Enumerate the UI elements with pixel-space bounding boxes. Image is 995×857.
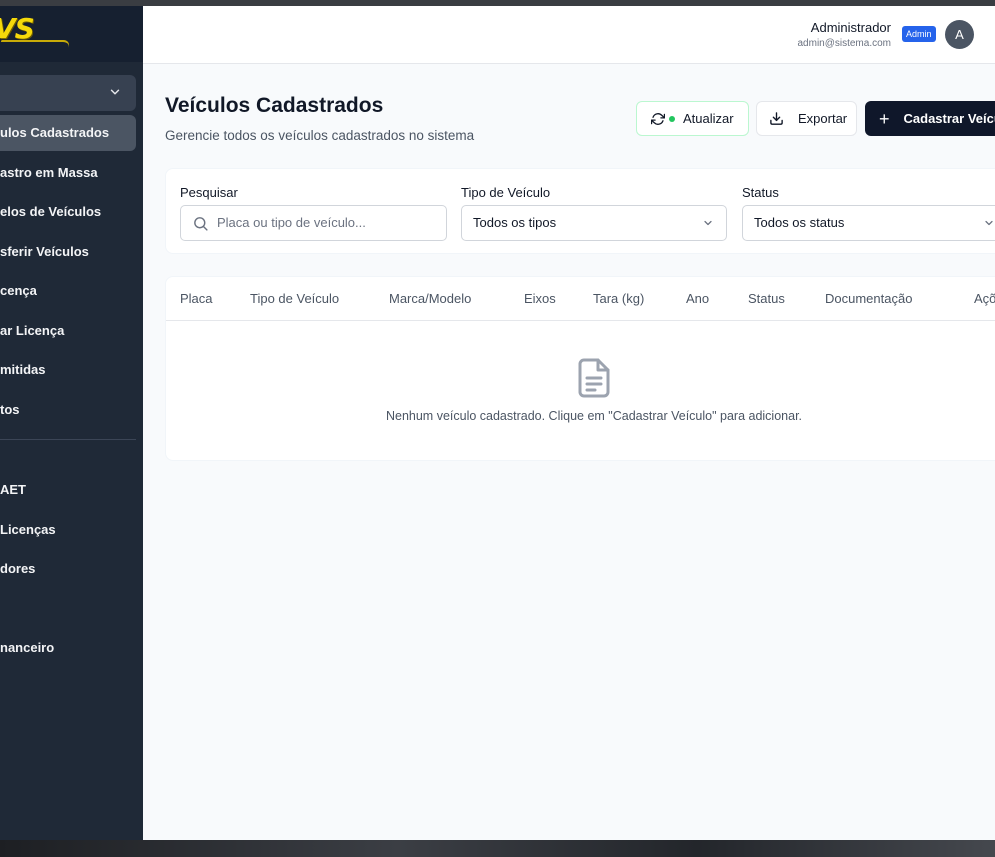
user-email: admin@sistema.com — [797, 38, 891, 49]
search-placeholder: Placa ou tipo de veículo... — [217, 215, 366, 230]
refresh-label: Atualizar — [683, 111, 734, 126]
user-name: Administrador — [810, 20, 891, 35]
sidebar-item-veiculos-cadastrados[interactable]: ulos Cadastrados — [0, 115, 136, 151]
page-subtitle: Gerencie todos os veículos cadastrados n… — [165, 128, 475, 143]
refresh-button[interactable]: Atualizar — [636, 101, 749, 136]
status-select[interactable]: Todos os status — [742, 205, 995, 241]
empty-state-message: Nenhum veículo cadastrado. Clique em "Ca… — [385, 409, 803, 423]
sidebar-item-cadastro-em-massa[interactable]: astro em Massa — [0, 155, 136, 191]
main-content: Administrador admin@sistema.com Admin A … — [143, 6, 995, 840]
document-icon — [578, 358, 610, 398]
column-header-tipo[interactable]: Tipo de Veículo — [250, 291, 339, 306]
column-header-acoes: Açõ — [974, 291, 995, 306]
top-header: Administrador admin@sistema.com Admin A — [143, 6, 995, 64]
logo[interactable]: VS — [0, 6, 143, 62]
search-input[interactable]: Placa ou tipo de veículo... — [180, 205, 447, 241]
sidebar-item-modelos-de-veiculos[interactable]: elos de Veículos — [0, 194, 136, 230]
live-status-dot — [669, 115, 675, 122]
column-header-ano[interactable]: Ano — [686, 291, 709, 306]
refresh-icon — [651, 112, 665, 125]
create-vehicle-button[interactable]: + Cadastrar Veícu — [865, 101, 995, 136]
sidebar: VS ulos Cadastrados astro em Massa elos … — [0, 6, 143, 840]
vehicles-table: Placa Tipo de Veículo Marca/Modelo Eixos… — [165, 276, 995, 461]
status-label: Status — [742, 185, 779, 200]
column-header-eixos[interactable]: Eixos — [524, 291, 556, 306]
chevron-down-icon — [110, 89, 120, 95]
download-icon — [770, 112, 783, 125]
role-badge: Admin — [902, 26, 936, 42]
sidebar-item-boletos[interactable]: tos — [0, 392, 136, 428]
sidebar-item-licenca[interactable]: cença — [0, 273, 136, 309]
export-button[interactable]: Exportar — [756, 101, 857, 136]
filters-panel: Pesquisar Placa ou tipo de veículo... Ti… — [165, 168, 995, 254]
create-vehicle-label: Cadastrar Veícu — [903, 111, 995, 126]
chevron-down-icon — [704, 220, 712, 226]
avatar[interactable]: A — [945, 20, 974, 49]
sidebar-item-licencas[interactable]: Licenças — [0, 512, 136, 548]
vehicle-type-label: Tipo de Veículo — [461, 185, 551, 200]
status-value: Todos os status — [754, 215, 845, 230]
column-header-documentacao[interactable]: Documentação — [825, 291, 912, 306]
table-header: Placa Tipo de Veículo Marca/Modelo Eixos… — [166, 277, 995, 321]
sidebar-item-financeiro[interactable]: nanceiro — [0, 630, 136, 666]
search-label: Pesquisar — [180, 185, 238, 200]
sidebar-section-toggle[interactable] — [0, 75, 136, 111]
search-icon — [194, 217, 208, 231]
export-label: Exportar — [798, 111, 848, 126]
column-header-tara[interactable]: Tara (kg) — [593, 291, 644, 306]
sidebar-item-aet[interactable]: AET — [0, 472, 136, 508]
column-header-placa[interactable]: Placa — [180, 291, 213, 306]
plus-icon: + — [879, 108, 890, 129]
sidebar-item-renovar-licenca[interactable]: ar Licença — [0, 313, 136, 349]
window-bottom-strip — [0, 840, 995, 857]
vehicle-type-value: Todos os tipos — [473, 215, 557, 230]
sidebar-divider — [0, 439, 136, 440]
vehicle-type-select[interactable]: Todos os tipos — [461, 205, 727, 241]
sidebar-item-transferir-veiculos[interactable]: sferir Veículos — [0, 234, 136, 270]
page-title: Veículos Cadastrados — [165, 94, 384, 117]
column-header-marca-modelo[interactable]: Marca/Modelo — [389, 291, 471, 306]
chevron-down-icon — [985, 220, 993, 226]
logo-swoosh — [0, 40, 72, 48]
column-header-status[interactable]: Status — [748, 291, 785, 306]
sidebar-item-transportadores[interactable]: dores — [0, 551, 136, 587]
sidebar-item-licencas-emitidas[interactable]: mitidas — [0, 352, 136, 388]
